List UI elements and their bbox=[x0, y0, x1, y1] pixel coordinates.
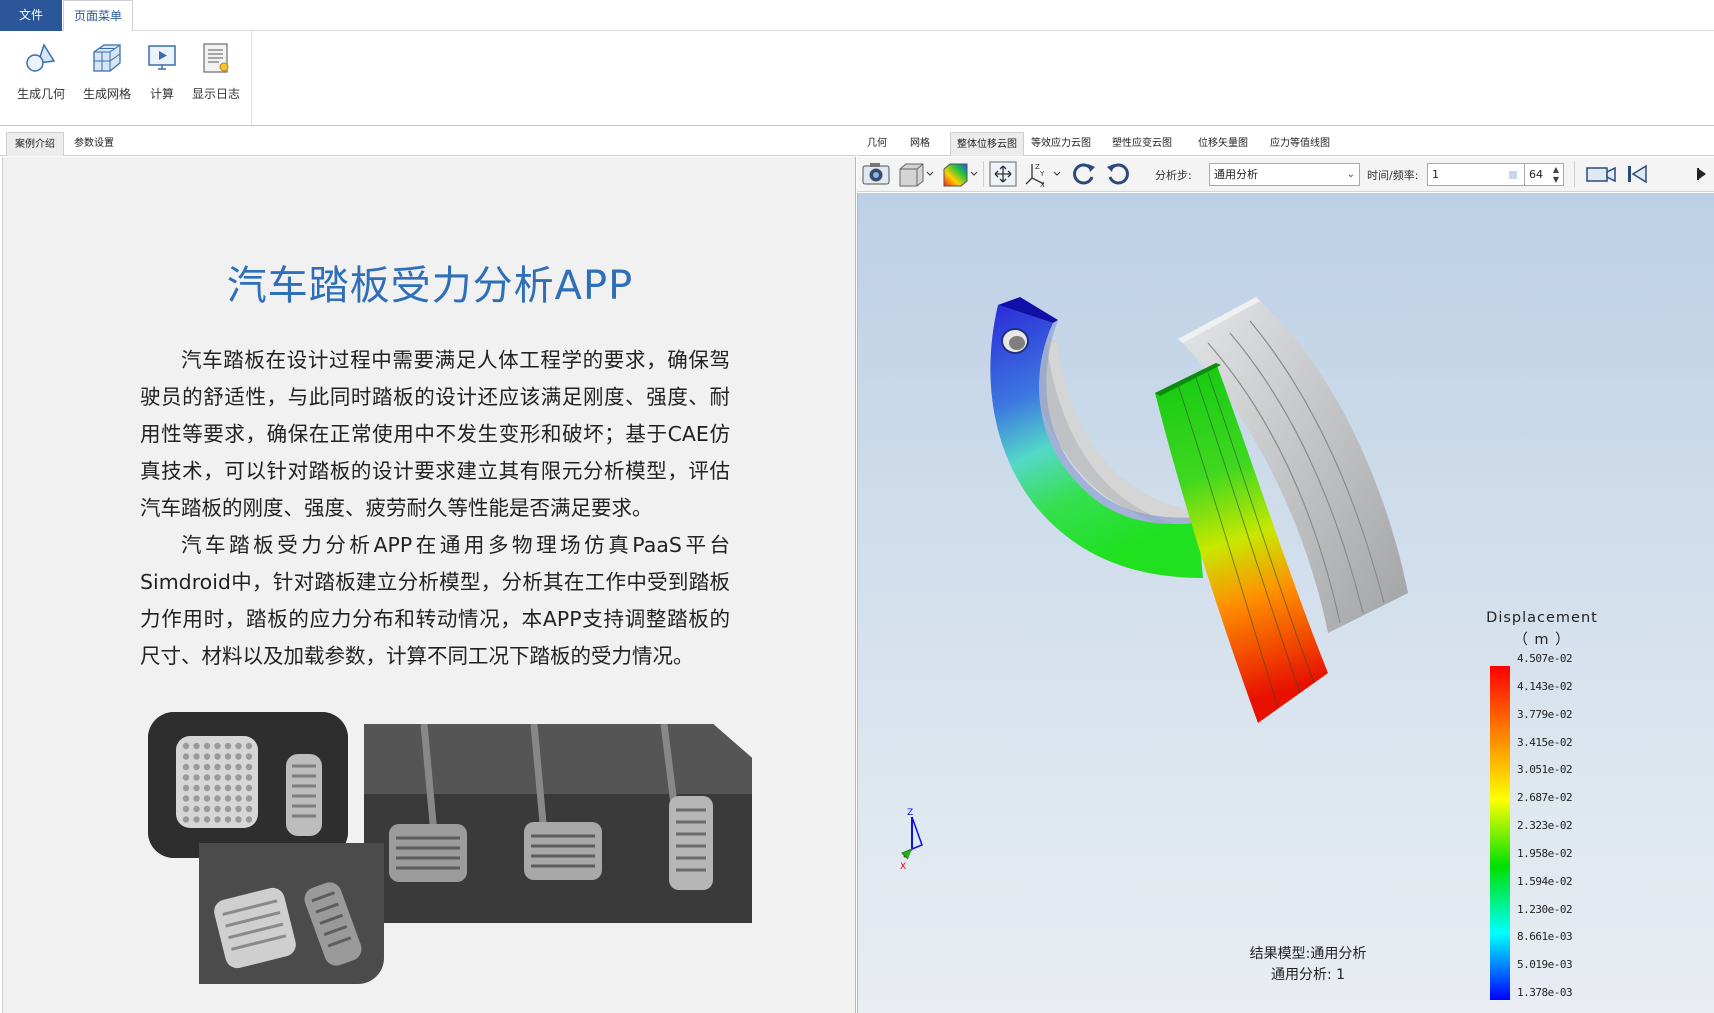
tab-geometry[interactable]: 几何 bbox=[867, 132, 887, 156]
analysis-step-label: 分析步: bbox=[1155, 169, 1192, 182]
intro-paragraph: 汽车踏板在设计过程中需要满足人体工程学的要求，确保驾驶员的舒适性，与此同时踏板的… bbox=[140, 348, 730, 520]
legend-tick-label: 2.687e-02 bbox=[1517, 791, 1573, 805]
left-tab-bar: 案例介绍 参数设置 bbox=[0, 131, 856, 156]
camera-icon[interactable] bbox=[861, 160, 891, 188]
legend-tick-label: 3.779e-02 bbox=[1517, 707, 1573, 721]
mesh-icon bbox=[93, 44, 121, 72]
frame-count-value: 64 bbox=[1529, 168, 1543, 181]
first-frame-icon[interactable] bbox=[1624, 160, 1652, 188]
legend-tick-label: 3.051e-02 bbox=[1517, 763, 1573, 777]
intro-text: 汽车踏板在设计过程中需要满足人体工程学的要求，确保驾驶员的舒适性，与此同时踏板的… bbox=[140, 342, 730, 675]
legend-title: Displacement （ m ） bbox=[1482, 607, 1602, 651]
view-cube-icon[interactable] bbox=[897, 160, 935, 188]
tab-stress-contour[interactable]: 应力等值线图 bbox=[1270, 132, 1330, 156]
tab-plastic-strain[interactable]: 塑性应变云图 bbox=[1112, 132, 1172, 156]
generate-mesh-button[interactable]: 生成网格 bbox=[79, 41, 135, 111]
menu-bar: 文件 页面菜单 bbox=[0, 0, 1714, 32]
pan-fit-icon[interactable] bbox=[988, 160, 1018, 188]
time-frequency-value: 1 bbox=[1432, 168, 1439, 181]
legend-tick-label: 1.230e-02 bbox=[1517, 902, 1573, 916]
spinner-arrows-icon: ▲ ▼ bbox=[1552, 165, 1559, 184]
toolbar-separator bbox=[983, 161, 984, 187]
tab-mesh[interactable]: 网格 bbox=[910, 132, 930, 156]
contour-style-icon[interactable] bbox=[941, 160, 979, 188]
time-frequency-label: 时间/频率: bbox=[1367, 169, 1419, 182]
legend-title-text: Displacement bbox=[1486, 610, 1598, 626]
tab-equivalent-stress[interactable]: 等效应力云图 bbox=[1031, 132, 1091, 156]
result-viewport[interactable]: Displacement （ m ） 4.507e-02 4.143e-02 3.7… bbox=[857, 193, 1714, 1013]
tab-total-displacement[interactable]: 整体位移云图 bbox=[950, 132, 1024, 156]
result-caption: 结果模型:通用分析 通用分析: 1 bbox=[1198, 944, 1418, 986]
legend-tick-label: 2.323e-02 bbox=[1517, 819, 1573, 832]
frame-count-spinner[interactable]: 64 ▲ ▼ bbox=[1524, 163, 1564, 186]
legend-color-bar bbox=[1490, 666, 1510, 1000]
legend-tick-label: 1.958e-02 bbox=[1517, 846, 1573, 860]
generate-geometry-button[interactable]: 生成几何 bbox=[13, 41, 69, 111]
log-icon bbox=[203, 43, 229, 73]
tab-displacement-vector[interactable]: 位移矢量图 bbox=[1198, 132, 1248, 156]
result-step-line: 通用分析: 1 bbox=[1270, 967, 1346, 983]
page-title: 汽车踏板受力分析APP bbox=[226, 263, 634, 309]
triad-x-label: X bbox=[900, 862, 906, 872]
frame-indicator bbox=[1509, 171, 1517, 179]
three-pedals-photo bbox=[364, 724, 752, 923]
pedal-model-render[interactable] bbox=[858, 193, 1714, 1013]
viewer-toolbar: Z Y X 分析步: 通用分析 ⌄ 时间/频率: 1 ⌄ 64 ▲▼ bbox=[857, 157, 1714, 192]
legend-tick-label: 1.594e-02 bbox=[1517, 874, 1573, 888]
ribbon-label: 生成几何 bbox=[16, 87, 65, 101]
legend-tick-label: 8.661e-03 bbox=[1517, 930, 1573, 944]
svg-text:Y: Y bbox=[1039, 170, 1045, 178]
ribbon: 生成几何 生成网格 计算 显示日志 bbox=[0, 31, 1714, 126]
toolbar-overflow-icon[interactable] bbox=[1695, 160, 1709, 188]
reset-view-icon[interactable] bbox=[1104, 160, 1134, 188]
intro-paragraph: 汽车踏板受力分析APP在通用多物理场仿真PaaS平台Simdroid中，针对踏板… bbox=[140, 533, 730, 668]
chevron-down-icon: ⌄ bbox=[1346, 169, 1355, 180]
compute-icon bbox=[148, 45, 176, 70]
axis-triad: Z X bbox=[900, 808, 923, 872]
compute-button[interactable]: 计算 bbox=[134, 41, 190, 111]
geometry-icon bbox=[26, 43, 56, 72]
pedal-closeup-photo bbox=[148, 712, 348, 858]
ribbon-label: 显示日志 bbox=[191, 87, 240, 101]
menu-page-tab[interactable]: 页面菜单 bbox=[63, 0, 133, 32]
triad-z-label: Z bbox=[907, 808, 913, 818]
legend-tick-label: 5.019e-03 bbox=[1517, 958, 1573, 972]
svg-text:X: X bbox=[1040, 181, 1045, 188]
rotate-icon[interactable] bbox=[1068, 160, 1098, 188]
intro-panel: 汽车踏板受力分析APP 汽车踏板在设计过程中需要满足人体工程学的要求，确保驾驶员… bbox=[2, 157, 856, 1013]
result-tab-bar: 几何 网格 整体位移云图 等效应力云图 塑性应变云图 位移矢量图 应力等值线图 bbox=[857, 131, 1714, 156]
legend-unit: （ m ） bbox=[1513, 632, 1571, 648]
legend-tick-label: 1.378e-03 bbox=[1517, 986, 1573, 999]
record-video-icon[interactable] bbox=[1584, 160, 1618, 188]
axis-orientation-icon[interactable]: Z Y X bbox=[1024, 160, 1064, 188]
toolbar-separator bbox=[1574, 161, 1575, 187]
analysis-step-select[interactable]: 通用分析 ⌄ bbox=[1209, 163, 1360, 186]
ribbon-label: 生成网格 bbox=[82, 87, 131, 101]
legend-tick-label: 4.507e-02 bbox=[1517, 652, 1573, 665]
menu-file-tab[interactable]: 文件 bbox=[0, 0, 62, 31]
legend-tick-label: 3.415e-02 bbox=[1517, 735, 1573, 749]
tab-parameters[interactable]: 参数设置 bbox=[66, 132, 122, 156]
ribbon-label: 计算 bbox=[149, 87, 174, 101]
legend-tick-label: 4.143e-02 bbox=[1517, 679, 1573, 693]
worn-pedal-photo bbox=[199, 843, 384, 984]
show-log-button[interactable]: 显示日志 bbox=[188, 41, 244, 111]
analysis-step-value: 通用分析 bbox=[1214, 168, 1258, 181]
ribbon-group: 生成几何 生成网格 计算 显示日志 bbox=[0, 31, 252, 125]
result-model-line: 结果模型:通用分析 bbox=[1249, 946, 1367, 962]
tab-case-intro[interactable]: 案例介绍 bbox=[6, 132, 64, 156]
